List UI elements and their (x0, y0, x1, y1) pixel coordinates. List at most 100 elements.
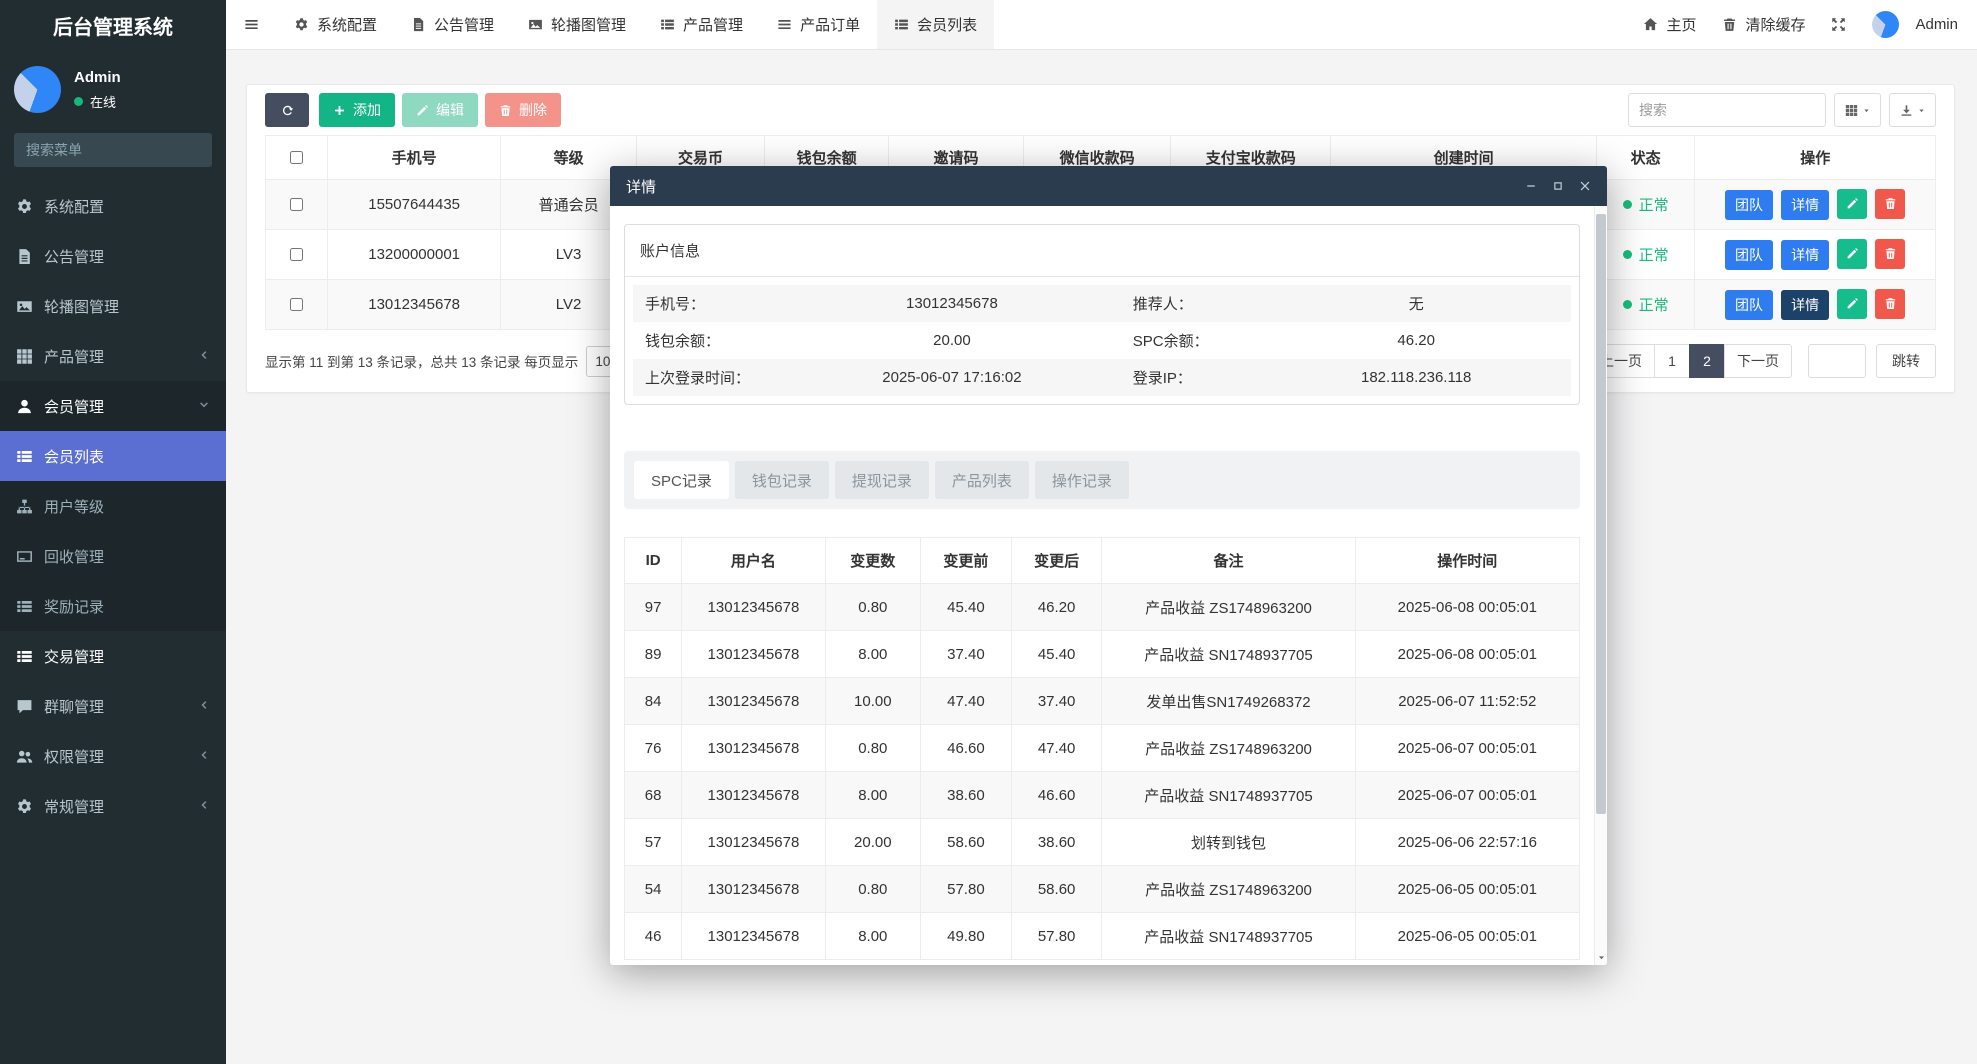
sidebar-item-product[interactable]: 产品管理 (0, 331, 226, 381)
menu-label: 奖励记录 (44, 596, 104, 617)
sidebar-item-banner[interactable]: 轮播图管理 (0, 281, 226, 331)
tab-spc-records[interactable]: SPC记录 (634, 461, 729, 499)
tab-product-list[interactable]: 产品列表 (935, 461, 1029, 499)
tab-banner[interactable]: 轮播图管理 (511, 0, 643, 49)
menu-label: 回收管理 (44, 546, 104, 567)
top-navbar: 后台管理系统 系统配置 公告管理 轮播图管理 产品管理 产品订单 会员列表 主页… (0, 0, 1977, 50)
sidebar-item-general[interactable]: 常规管理 (0, 781, 226, 831)
record-row: 76130123456780.8046.6047.40产品收益 ZS174896… (625, 725, 1580, 772)
gear-icon (294, 17, 309, 32)
columns-button[interactable] (1834, 93, 1881, 127)
avatar (1872, 11, 1899, 38)
tab-product-order[interactable]: 产品订单 (760, 0, 877, 49)
chevron-left-icon (198, 698, 210, 715)
col-after: 变更后 (1011, 538, 1102, 584)
status-dot-icon (1623, 200, 1632, 209)
tab-announcement[interactable]: 公告管理 (394, 0, 511, 49)
delete-row-button[interactable] (1875, 189, 1905, 219)
delete-row-button[interactable] (1875, 289, 1905, 319)
toolbar-right (1628, 93, 1936, 127)
clear-cache-link[interactable]: 清除缓存 (1709, 14, 1818, 35)
user-menu[interactable]: Admin (1859, 11, 1971, 38)
cell-phone: 15507644435 (327, 180, 501, 230)
page-2-button[interactable]: 2 (1689, 344, 1725, 378)
tab-label: 会员列表 (917, 14, 977, 35)
sidebar-item-trade[interactable]: 交易管理 (0, 631, 226, 681)
trash-icon (1722, 17, 1737, 32)
row-checkbox[interactable] (290, 298, 303, 311)
detail-button[interactable]: 详情 (1781, 240, 1829, 270)
sidebar-item-member-list[interactable]: 会员列表 (0, 431, 226, 481)
sidebar-item-member[interactable]: 会员管理 (0, 381, 226, 431)
spc-records-table: ID 用户名 变更数 变更前 变更后 备注 操作时间 9713012345678… (624, 537, 1580, 960)
jump-page-input[interactable] (1808, 344, 1866, 378)
menu-label: 权限管理 (44, 746, 104, 767)
status-badge: 正常 (1623, 294, 1669, 315)
clear-cache-label: 清除缓存 (1745, 14, 1805, 35)
sidebar-toggle[interactable] (226, 0, 277, 49)
sidebar-item-group-chat[interactable]: 群聊管理 (0, 681, 226, 731)
team-button[interactable]: 团队 (1725, 290, 1773, 320)
tab-label: 系统配置 (317, 14, 377, 35)
status-dot-icon (1623, 250, 1632, 259)
edit-button[interactable]: 编辑 (402, 93, 478, 127)
next-page-button[interactable]: 下一页 (1724, 344, 1792, 378)
sidebar-item-system-config[interactable]: 系统配置 (0, 181, 226, 231)
sidebar-item-reward-log[interactable]: 奖励记录 (0, 581, 226, 631)
export-button[interactable] (1889, 93, 1936, 127)
sidebar-item-announcement[interactable]: 公告管理 (0, 231, 226, 281)
select-all-checkbox[interactable] (290, 151, 303, 164)
modal-scrollbar (1594, 206, 1607, 965)
records-header-row: ID 用户名 变更数 变更前 变更后 备注 操作时间 (625, 538, 1580, 584)
jump-button[interactable]: 跳转 (1876, 344, 1936, 378)
edit-row-button[interactable] (1837, 239, 1867, 269)
sidebar-item-permission[interactable]: 权限管理 (0, 731, 226, 781)
team-button[interactable]: 团队 (1725, 190, 1773, 220)
sidebar-item-recycle[interactable]: 回收管理 (0, 531, 226, 581)
tab-system-config[interactable]: 系统配置 (277, 0, 394, 49)
delete-row-button[interactable] (1875, 239, 1905, 269)
edit-row-button[interactable] (1837, 289, 1867, 319)
scroll-down-arrow-icon[interactable] (1595, 953, 1607, 962)
chevron-left-icon (198, 348, 210, 365)
tab-operation-records[interactable]: 操作记录 (1035, 461, 1129, 499)
add-button[interactable]: 添加 (319, 93, 395, 127)
page-1-button[interactable]: 1 (1654, 344, 1690, 378)
sidebar-item-user-level[interactable]: 用户等级 (0, 481, 226, 531)
tab-product[interactable]: 产品管理 (643, 0, 760, 49)
table-search-input[interactable] (1628, 93, 1826, 127)
row-checkbox[interactable] (290, 248, 303, 261)
detail-button[interactable]: 详情 (1781, 290, 1829, 320)
info-row: 手机号： 13012345678 推荐人： 无 (633, 285, 1571, 322)
delete-button[interactable]: 删除 (485, 93, 561, 127)
record-row: 89130123456788.0037.4045.40产品收益 SN174893… (625, 631, 1580, 678)
close-icon[interactable] (1579, 180, 1591, 192)
detail-button[interactable]: 详情 (1781, 190, 1829, 220)
team-button[interactable]: 团队 (1725, 240, 1773, 270)
menu-label: 群聊管理 (44, 696, 104, 717)
menu-search-input[interactable] (14, 133, 212, 167)
image-icon (16, 298, 33, 315)
scrollbar-thumb[interactable] (1596, 214, 1606, 814)
list-icon (16, 448, 33, 465)
avatar (14, 66, 61, 113)
bars-icon (777, 17, 792, 32)
home-icon (1643, 17, 1658, 32)
fullscreen-button[interactable] (1818, 17, 1859, 32)
maximize-icon[interactable] (1552, 180, 1564, 192)
gear-icon (16, 198, 33, 215)
chevron-left-icon (198, 798, 210, 815)
home-link[interactable]: 主页 (1630, 14, 1709, 35)
tab-withdraw-records[interactable]: 提现记录 (835, 461, 929, 499)
edit-row-button[interactable] (1837, 189, 1867, 219)
col-id: ID (625, 538, 682, 584)
tab-wallet-records[interactable]: 钱包记录 (735, 461, 829, 499)
minimize-icon[interactable] (1525, 180, 1537, 192)
col-note: 备注 (1102, 538, 1355, 584)
online-label: 在线 (90, 92, 116, 111)
record-row: 97130123456780.8045.4046.20产品收益 ZS174896… (625, 584, 1580, 631)
tab-member-list[interactable]: 会员列表 (877, 0, 994, 49)
refresh-button[interactable] (265, 93, 309, 127)
col-change-amount: 变更数 (825, 538, 921, 584)
row-checkbox[interactable] (290, 198, 303, 211)
